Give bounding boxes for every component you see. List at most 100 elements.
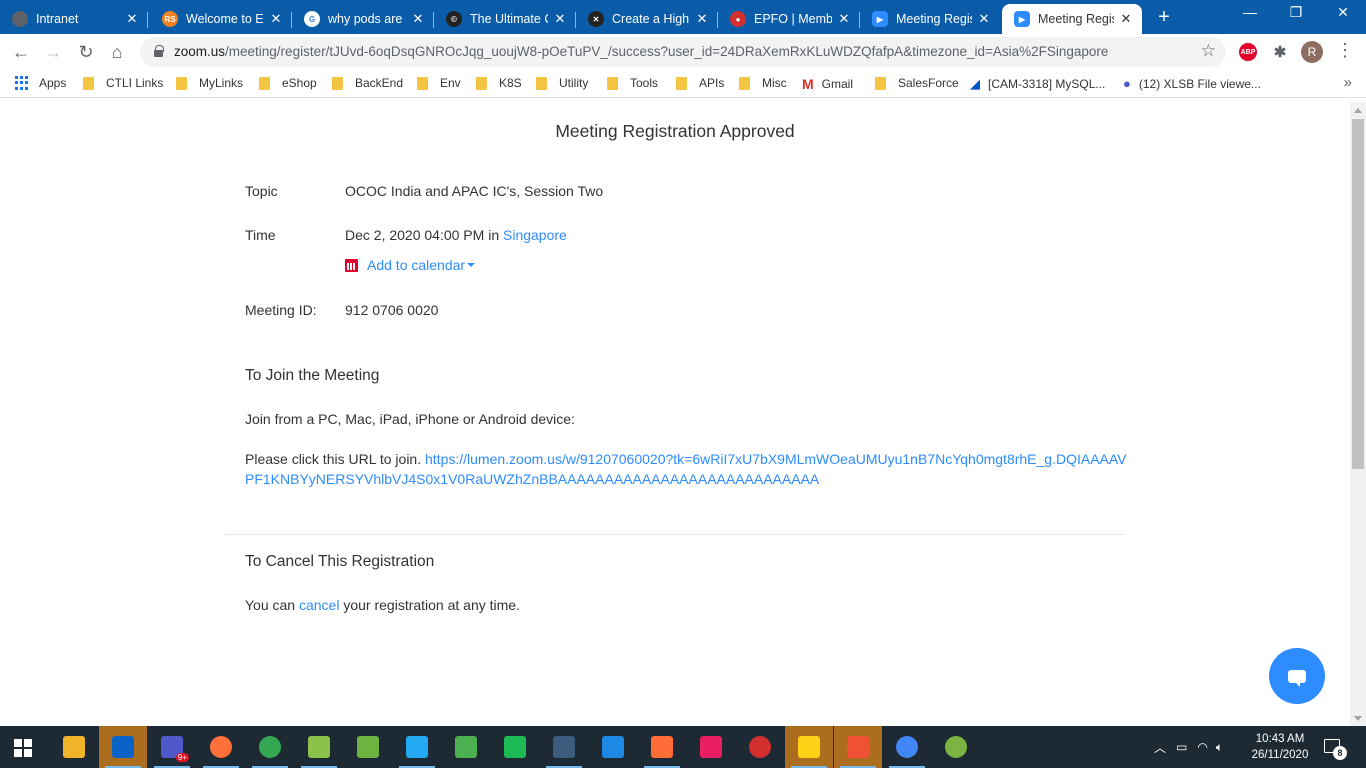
tab-create[interactable]: ✕ Create a High ✕ <box>576 4 718 34</box>
taskbar-app[interactable] <box>638 726 686 768</box>
url-text[interactable]: zoom.us/meeting/register/tJUvd-6oqDsqGNR… <box>174 44 1108 59</box>
taskbar-app[interactable] <box>736 726 784 768</box>
chevron-up-icon[interactable]: ︿ <box>1154 739 1166 756</box>
bookmark-backend[interactable]: BackEnd <box>332 76 403 90</box>
lock-icon[interactable] <box>154 45 164 57</box>
cancel-prefix: You can <box>245 597 296 613</box>
scrollbar-thumb[interactable] <box>1352 119 1364 469</box>
bookmark-apis[interactable]: APIs <box>676 76 724 90</box>
folder-icon <box>332 76 343 90</box>
taskbar-app[interactable] <box>295 726 343 768</box>
close-icon[interactable]: ✕ <box>410 11 426 27</box>
taskbar-app[interactable] <box>393 726 441 768</box>
tab-title: EPFO | Membe <box>754 12 832 26</box>
chat-bubble-icon <box>1288 669 1306 687</box>
folder-icon <box>417 76 428 90</box>
chat-button[interactable] <box>1269 648 1325 704</box>
chevron-more-icon[interactable]: » <box>1344 74 1352 91</box>
taskbar-app[interactable] <box>540 726 588 768</box>
tab-welcome[interactable]: RS Welcome to Es ✕ <box>150 4 292 34</box>
menu-dots-icon[interactable]: ⋮ <box>1336 40 1354 61</box>
taskbar-app[interactable] <box>589 726 637 768</box>
scrollbar[interactable] <box>1350 102 1366 726</box>
time-label: Time <box>245 227 276 243</box>
bookmark-ctli-links[interactable]: CTLI Links <box>83 76 163 90</box>
close-icon[interactable]: ✕ <box>836 11 852 27</box>
back-icon[interactable]: ← <box>11 42 31 63</box>
bookmark-k8s[interactable]: K8S <box>476 76 522 90</box>
tab-title: Intranet <box>36 12 79 26</box>
caret-down-icon <box>467 263 476 267</box>
tab-why-pods[interactable]: G why pods are ✕ <box>292 4 434 34</box>
bookmark-jira[interactable]: ◢ [CAM-3318] MySQL... <box>970 76 1105 92</box>
tab-epfo[interactable]: ● EPFO | Membe ✕ <box>718 4 860 34</box>
jira-icon: ◢ <box>970 76 980 91</box>
bookmark-label: Gmail <box>821 77 854 91</box>
bookmark-misc[interactable]: Misc <box>739 76 787 90</box>
close-icon[interactable]: ✕ <box>976 11 992 27</box>
taskbar-app[interactable] <box>932 726 980 768</box>
taskbar-app[interactable] <box>491 726 539 768</box>
close-icon[interactable]: ✕ <box>552 11 568 27</box>
profile-avatar[interactable]: R <box>1301 41 1323 63</box>
forward-icon[interactable]: → <box>43 42 63 63</box>
add-to-calendar-button[interactable]: Add to calendar <box>345 257 476 273</box>
reload-icon[interactable]: ↻ <box>76 42 96 63</box>
close-icon[interactable]: ✕ <box>124 11 140 27</box>
close-icon[interactable]: ✕ <box>694 11 710 27</box>
app-green-icon <box>504 736 526 758</box>
windows-start-icon[interactable] <box>14 739 32 757</box>
taskbar-app[interactable] <box>344 726 392 768</box>
timezone-link[interactable]: Singapore <box>503 227 567 243</box>
taskbar-app[interactable] <box>197 726 245 768</box>
bookmark-star-icon[interactable]: ☆ <box>1201 41 1216 61</box>
bookmark-utility[interactable]: Utility <box>536 76 588 90</box>
taskbar-app[interactable] <box>99 726 147 768</box>
taskbar-app[interactable] <box>50 726 98 768</box>
close-window-icon[interactable]: ✕ <box>1320 4 1366 21</box>
bookmark-label: Misc <box>762 76 787 90</box>
folder-icon <box>607 76 618 90</box>
scroll-down-icon[interactable] <box>1354 716 1362 721</box>
maximize-icon[interactable]: ❐ <box>1273 4 1319 21</box>
home-icon[interactable]: ⌂ <box>107 42 127 63</box>
bookmark-mylinks[interactable]: MyLinks <box>176 76 243 90</box>
wifi-icon[interactable]: ◠ <box>1197 740 1207 754</box>
taskbar-app[interactable] <box>834 726 882 768</box>
tab-meeting-2[interactable]: ▶ Meeting Regis ✕ <box>1002 4 1142 34</box>
apps-grid-icon <box>15 76 29 90</box>
bookmark-tools[interactable]: Tools <box>607 76 658 90</box>
new-tab-button[interactable]: + <box>1152 6 1176 29</box>
close-icon[interactable]: ✕ <box>268 11 284 27</box>
bookmark-salesforce[interactable]: SalesForce <box>875 76 959 90</box>
bookmark-eshop[interactable]: eShop <box>259 76 317 90</box>
rs-logo-icon: RS <box>162 11 178 27</box>
minimize-icon[interactable]: — <box>1227 4 1273 20</box>
folder-icon <box>259 76 270 90</box>
bookmark-label: APIs <box>699 76 725 90</box>
volume-icon[interactable]: 🔈︎ <box>1216 740 1223 755</box>
taskbar-app[interactable] <box>442 726 490 768</box>
cancel-link[interactable]: cancel <box>299 597 339 613</box>
extensions-puzzle-icon[interactable]: ✱ <box>1271 43 1289 61</box>
scroll-up-icon[interactable] <box>1354 108 1362 113</box>
bookmark-apps[interactable]: Apps <box>15 76 66 90</box>
tab-ultimate[interactable]: © The Ultimate C ✕ <box>434 4 576 34</box>
taskbar-clock[interactable]: 10:43 AM 26/11/2020 <box>1245 731 1315 763</box>
bookmark-xlsb[interactable]: ● (12) XLSB File viewe... <box>1123 76 1261 91</box>
tab-title: Welcome to Es <box>186 12 264 26</box>
adblock-icon[interactable]: ABP <box>1239 43 1257 61</box>
google-icon: G <box>304 11 320 27</box>
taskbar-app[interactable] <box>883 726 931 768</box>
taskbar-app[interactable] <box>687 726 735 768</box>
bookmark-env[interactable]: Env <box>417 76 461 90</box>
tab-intranet[interactable]: Intranet ✕ <box>0 4 148 34</box>
battery-icon[interactable]: ▭ <box>1176 740 1187 754</box>
close-icon[interactable]: ✕ <box>1118 11 1134 27</box>
taskbar-app[interactable] <box>785 726 833 768</box>
taskbar-app[interactable]: 9+ <box>148 726 196 768</box>
taskbar-app[interactable] <box>246 726 294 768</box>
bookmark-gmail[interactable]: M Gmail <box>802 76 853 92</box>
address-bar[interactable]: zoom.us/meeting/register/tJUvd-6oqDsqGNR… <box>140 37 1226 67</box>
tab-meeting-1[interactable]: ▶ Meeting Regis ✕ <box>860 4 1000 34</box>
